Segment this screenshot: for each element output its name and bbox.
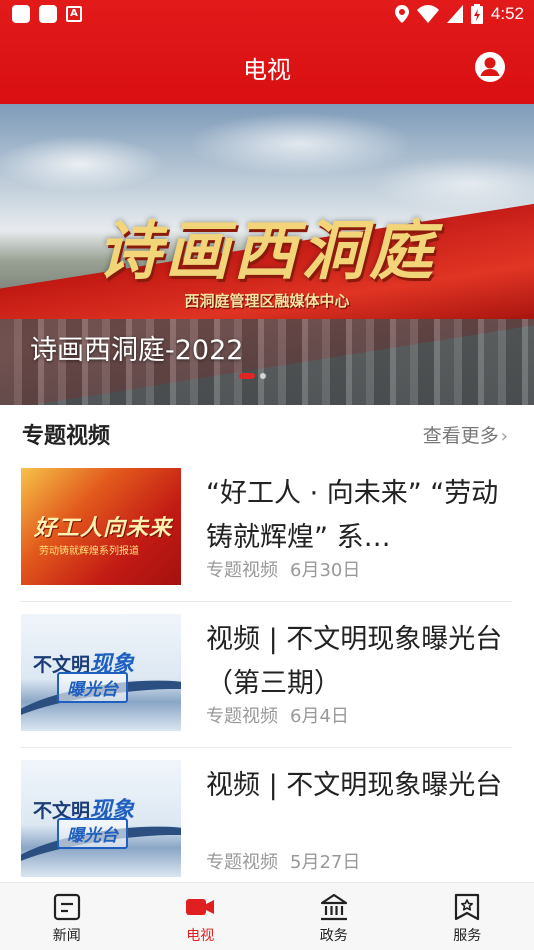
- app-notification-icon: A: [66, 6, 82, 22]
- item-date: 6月30日: [290, 560, 361, 581]
- thumbnail-badge: 曝光台: [57, 818, 128, 849]
- nav-item-service[interactable]: 服务: [401, 883, 534, 950]
- view-more-label: 查看更多: [422, 425, 499, 447]
- banner-artwork-subtitle: 西洞庭管理区融媒体中心: [184, 292, 350, 310]
- title-bar: 电视: [0, 30, 534, 104]
- nav-label: 服务: [453, 928, 482, 944]
- thumbnail-text: 好工人向未来: [33, 515, 172, 541]
- thumbnail-subtext: 劳动铸就辉煌系列报道: [39, 546, 139, 557]
- status-notifications: A: [12, 5, 82, 23]
- item-meta: 专题视频 6月4日: [206, 702, 349, 728]
- item-meta: 专题视频 5月27日: [206, 848, 360, 874]
- view-more-link[interactable]: 查看更多 ›: [423, 421, 508, 448]
- thumbnail-badge: 曝光台: [57, 672, 128, 703]
- carousel-indicator: [239, 373, 266, 379]
- notification-icon: [12, 5, 30, 23]
- battery-icon: [470, 4, 483, 24]
- signal-icon: [446, 5, 463, 23]
- clock: 4:52: [490, 4, 524, 23]
- banner-artwork-title: 诗画西洞庭: [97, 214, 437, 289]
- government-icon: [320, 893, 347, 921]
- item-category: 专题视频: [206, 560, 278, 581]
- item-date: 6月4日: [290, 706, 349, 727]
- nav-label: 电视: [186, 928, 215, 944]
- item-title: “好工人 · 向未来” “劳动铸就辉煌” 系…: [206, 478, 499, 553]
- featured-banner[interactable]: 诗画西洞庭 西洞庭管理区融媒体中心 诗画西洞庭-2022: [0, 104, 534, 405]
- nav-item-news[interactable]: 新闻: [0, 883, 134, 950]
- list-item[interactable]: 不文明现象 曝光台 视频 | 不文明现象曝光台（第三期） 专题视频 6月4日: [20, 602, 512, 748]
- app-header: A 4:52 电视: [0, 0, 534, 104]
- status-system-icons: 4:52: [394, 4, 524, 24]
- item-category: 专题视频: [206, 852, 278, 873]
- page-title: 电视: [243, 56, 291, 84]
- status-bar: A 4:52: [0, 0, 534, 30]
- nav-item-tv[interactable]: 电视: [134, 883, 268, 950]
- item-title: 视频 | 不文明现象曝光台: [206, 770, 503, 801]
- carousel-dot-active[interactable]: [239, 373, 255, 379]
- video-thumbnail: 不文明现象 曝光台: [21, 760, 181, 877]
- nav-label: 新闻: [52, 928, 81, 944]
- user-profile-icon[interactable]: [474, 51, 506, 83]
- section-title: 专题视频: [22, 424, 111, 449]
- banner-caption: 诗画西洞庭-2022: [30, 335, 244, 366]
- bottom-navigation: 新闻 电视 政务 服务: [0, 882, 534, 950]
- chevron-right-icon: ›: [500, 426, 508, 447]
- carousel-dot[interactable]: [260, 373, 266, 379]
- item-title: 视频 | 不文明现象曝光台（第三期）: [206, 624, 503, 699]
- tv-camera-icon: [186, 899, 215, 915]
- item-category: 专题视频: [206, 706, 278, 727]
- item-date: 5月27日: [290, 852, 361, 873]
- wifi-icon: [416, 5, 439, 23]
- list-item[interactable]: 好工人向未来 劳动铸就辉煌系列报道 “好工人 · 向未来” “劳动铸就辉煌” 系…: [20, 456, 512, 602]
- location-icon: [394, 5, 409, 23]
- video-thumbnail: 好工人向未来 劳动铸就辉煌系列报道: [21, 468, 181, 585]
- notification-icon: [39, 5, 57, 23]
- news-icon: [53, 893, 80, 921]
- service-icon: [455, 893, 480, 921]
- list-item[interactable]: 不文明现象 曝光台 视频 | 不文明现象曝光台 专题视频 5月27日: [20, 748, 512, 894]
- video-thumbnail: 不文明现象 曝光台: [21, 614, 181, 731]
- nav-item-government[interactable]: 政务: [267, 883, 401, 950]
- item-meta: 专题视频 6月30日: [206, 556, 360, 582]
- nav-label: 政务: [319, 928, 348, 944]
